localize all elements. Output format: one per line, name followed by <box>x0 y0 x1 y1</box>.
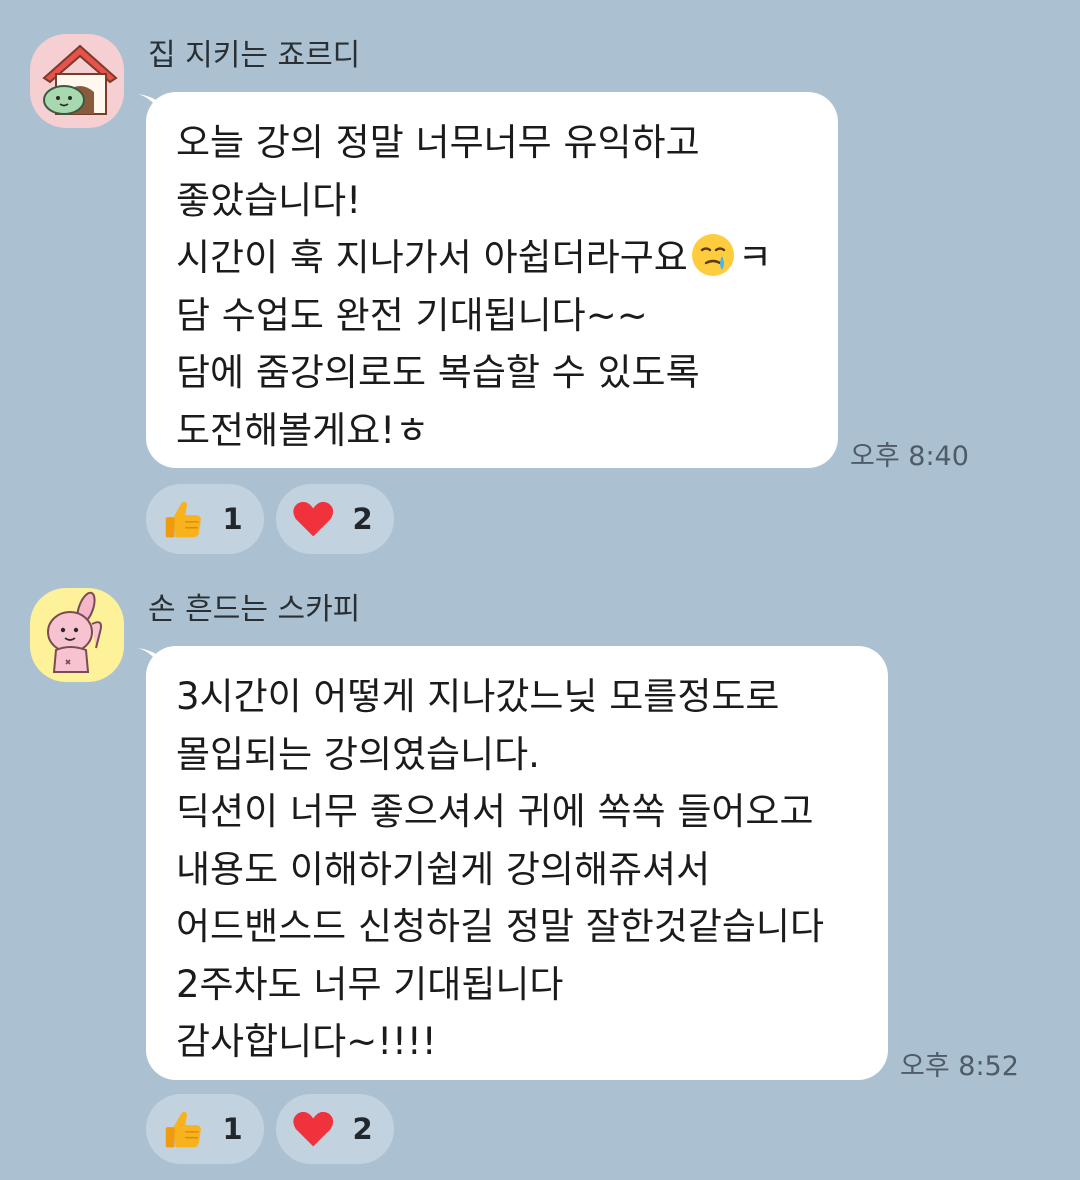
reaction-count: 1 <box>222 1112 243 1146</box>
message-line: 몰입되는 강의였습니다. <box>176 732 540 776</box>
reaction-count: 2 <box>352 1112 373 1146</box>
message-line: 내용도 이해하기쉽게 강의해쥬셔서 <box>176 847 711 891</box>
heart-icon <box>293 1111 334 1147</box>
message-line: 어드밴스드 신청하길 정말 잘한것같습니다 <box>176 905 825 948</box>
thumbs-up-icon <box>165 1111 201 1148</box>
message-line: 오늘 강의 정말 너무너무 유익하고 <box>176 121 700 164</box>
reaction-thumbs-up[interactable]: 1 <box>146 1094 264 1164</box>
message-line: 담에 줌강의로도 복습할 수 있도록 <box>176 351 700 394</box>
reaction-bar: 1 2 <box>146 1094 394 1164</box>
message-time: 오후 8:40 <box>850 441 969 472</box>
thumbs-up-icon <box>165 501 201 538</box>
reaction-count: 1 <box>222 502 243 536</box>
message-line: 담 수업도 완전 기대됩니다~~ <box>176 293 648 337</box>
message-bubble[interactable]: 오늘 강의 정말 너무너무 유익하고 좋았습니다! 시간이 훅 지나가서 아쉽더… <box>146 92 838 468</box>
scappy-waving-avatar-icon <box>30 588 124 682</box>
message-line: 3시간이 어떻게 지나갔느닞 모를정도로 <box>176 675 780 718</box>
reaction-heart[interactable]: 2 <box>276 484 394 554</box>
message-line: 시간이 훅 지나가서 아쉽더라구요 ㅋ <box>176 229 806 287</box>
reaction-heart[interactable]: 2 <box>276 1094 394 1164</box>
message-line-text: 시간이 훅 지나가서 아쉽더라구요 <box>176 236 688 279</box>
sender-name: 손 흔드는 스카피 <box>148 592 361 627</box>
message-line: 도전해볼게요!ㅎ <box>176 408 430 452</box>
sender-name: 집 지키는 죠르디 <box>148 38 361 73</box>
reaction-count: 2 <box>352 502 373 536</box>
message-line: 좋았습니다! <box>176 178 362 222</box>
reaction-thumbs-up[interactable]: 1 <box>146 484 264 554</box>
reaction-bar: 1 2 <box>146 484 394 554</box>
message-line: 2주차도 너무 기대됩니다 <box>176 962 564 1006</box>
heart-icon <box>293 501 334 537</box>
crying-face-emoji-icon <box>691 234 734 276</box>
message-time: 오후 8:52 <box>900 1051 1019 1082</box>
message-bubble[interactable]: 3시간이 어떻게 지나갔느닞 모를정도로 몰입되는 강의였습니다. 딕션이 너무… <box>146 646 888 1080</box>
message-line: 감사합니다~!!!! <box>176 1020 437 1063</box>
message-line: 딕션이 너무 좋으셔서 귀에 쏙쏙 들어오고 <box>176 790 814 833</box>
sender-avatar[interactable] <box>30 588 124 682</box>
sender-avatar[interactable] <box>30 34 124 128</box>
message-line-suffix: ㅋ <box>737 236 772 279</box>
jordy-doghouse-avatar-icon <box>30 34 124 128</box>
